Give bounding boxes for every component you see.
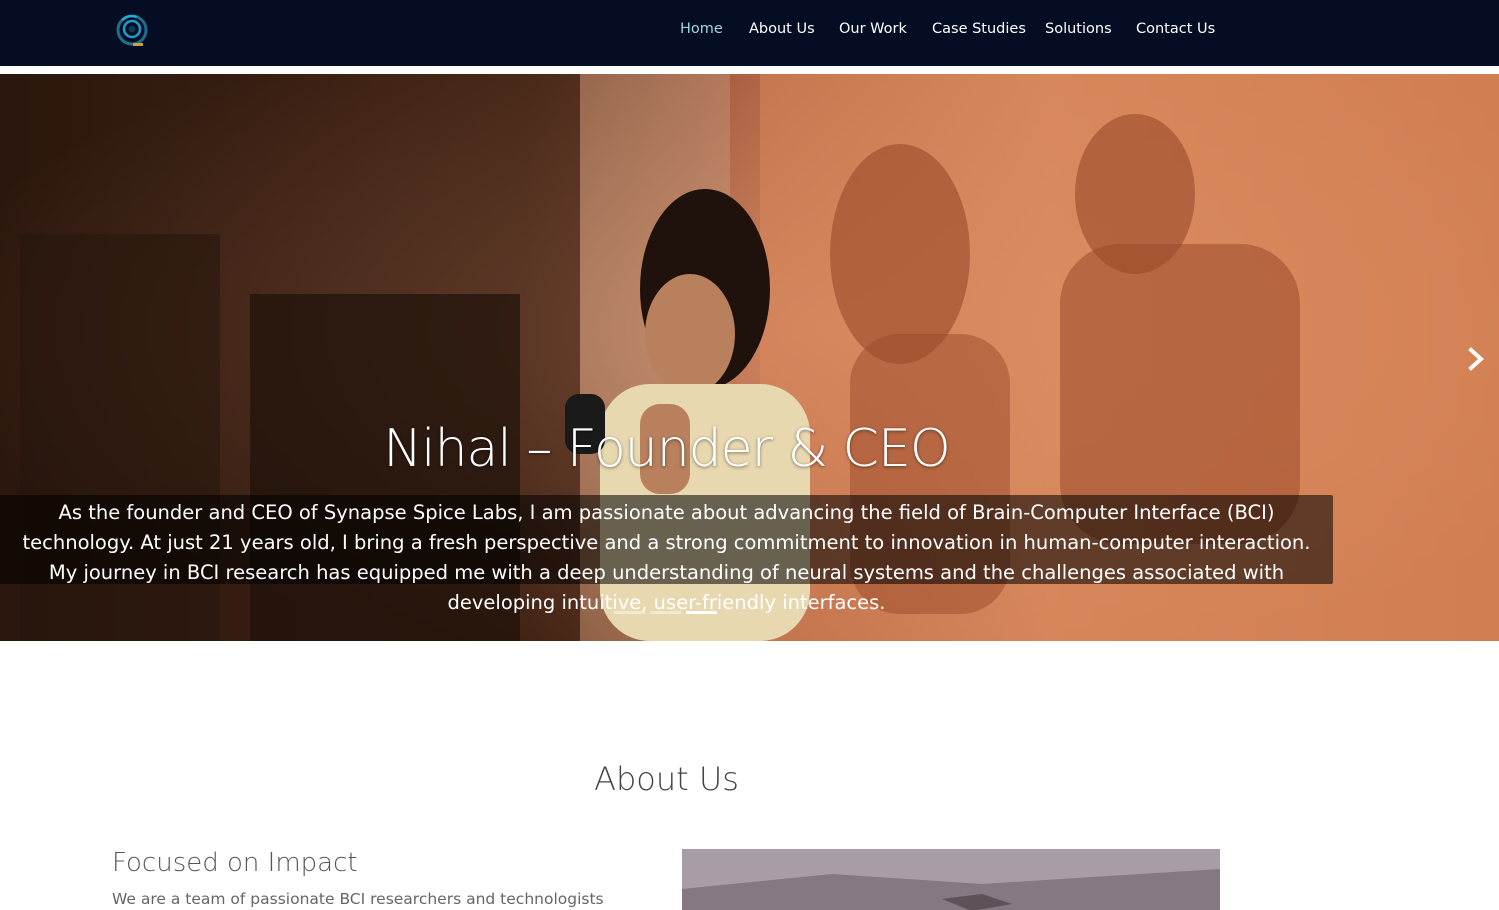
nav-link-home[interactable]: Home — [680, 21, 723, 37]
nav-link-about-us[interactable]: About Us — [749, 21, 815, 37]
nav-menu: Home About Us Our Work Case Studies Solu… — [0, 21, 1499, 43]
chevron-right-icon — [1468, 347, 1484, 371]
nav-link-case-studies[interactable]: Case Studies — [932, 21, 1026, 37]
about-subheading: Focused on Impact — [112, 848, 358, 878]
about-image — [682, 849, 1220, 910]
nav-link-our-work[interactable]: Our Work — [839, 21, 907, 37]
nav-link-contact-us[interactable]: Contact Us — [1136, 21, 1215, 37]
hero-title: Nihal – Founder & CEO — [383, 419, 951, 479]
carousel-indicators — [614, 611, 724, 615]
about-heading: About Us — [594, 760, 739, 798]
carousel-next-button[interactable] — [1465, 342, 1489, 376]
hero-carousel: Nihal – Founder & CEO As the founder and… — [0, 74, 1499, 641]
top-navbar: Home About Us Our Work Case Studies Solu… — [0, 0, 1499, 70]
carousel-indicator-1[interactable] — [614, 611, 645, 614]
carousel-indicator-2[interactable] — [650, 611, 681, 614]
hero-caption: As the founder and CEO of Synapse Spice … — [0, 495, 1333, 614]
nav-link-solutions[interactable]: Solutions — [1045, 21, 1112, 37]
about-text: We are a team of passionate BCI research… — [112, 890, 604, 908]
carousel-indicator-3[interactable] — [686, 611, 717, 614]
